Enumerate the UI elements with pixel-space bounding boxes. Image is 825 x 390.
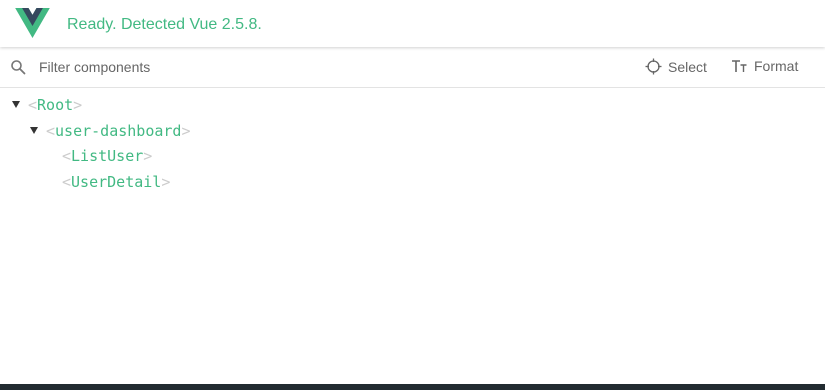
select-label: Select xyxy=(668,58,707,75)
expand-arrow-icon[interactable] xyxy=(12,101,20,108)
tree-node-userdetail[interactable]: <UserDetail> xyxy=(62,170,170,194)
select-button[interactable]: Select xyxy=(645,58,707,75)
search-icon xyxy=(11,60,26,75)
tree-node-label: user-dashboard xyxy=(55,122,182,140)
tree-node-label: UserDetail xyxy=(71,173,162,191)
vue-logo-icon xyxy=(15,8,50,38)
tree-node-listuser[interactable]: <ListUser> xyxy=(62,144,152,168)
format-label: Format xyxy=(754,58,799,74)
text-format-icon xyxy=(732,60,747,72)
tree-node-label: Root xyxy=(37,96,74,114)
crosshair-icon xyxy=(645,58,662,75)
tree-node-label: ListUser xyxy=(71,147,144,165)
expand-arrow-icon[interactable] xyxy=(30,127,38,134)
bottom-panel-edge xyxy=(0,384,825,390)
tree-node-root[interactable]: <Root> xyxy=(12,93,82,117)
status-text: Ready. Detected Vue 2.5.8. xyxy=(67,16,262,33)
app-header: Ready. Detected Vue 2.5.8. xyxy=(0,0,825,47)
format-button[interactable]: Format xyxy=(731,58,798,74)
tree-node-user-dashboard[interactable]: <user-dashboard> xyxy=(30,119,191,143)
filter-components-input[interactable] xyxy=(31,55,347,79)
toolbar: Select Format xyxy=(0,47,825,88)
